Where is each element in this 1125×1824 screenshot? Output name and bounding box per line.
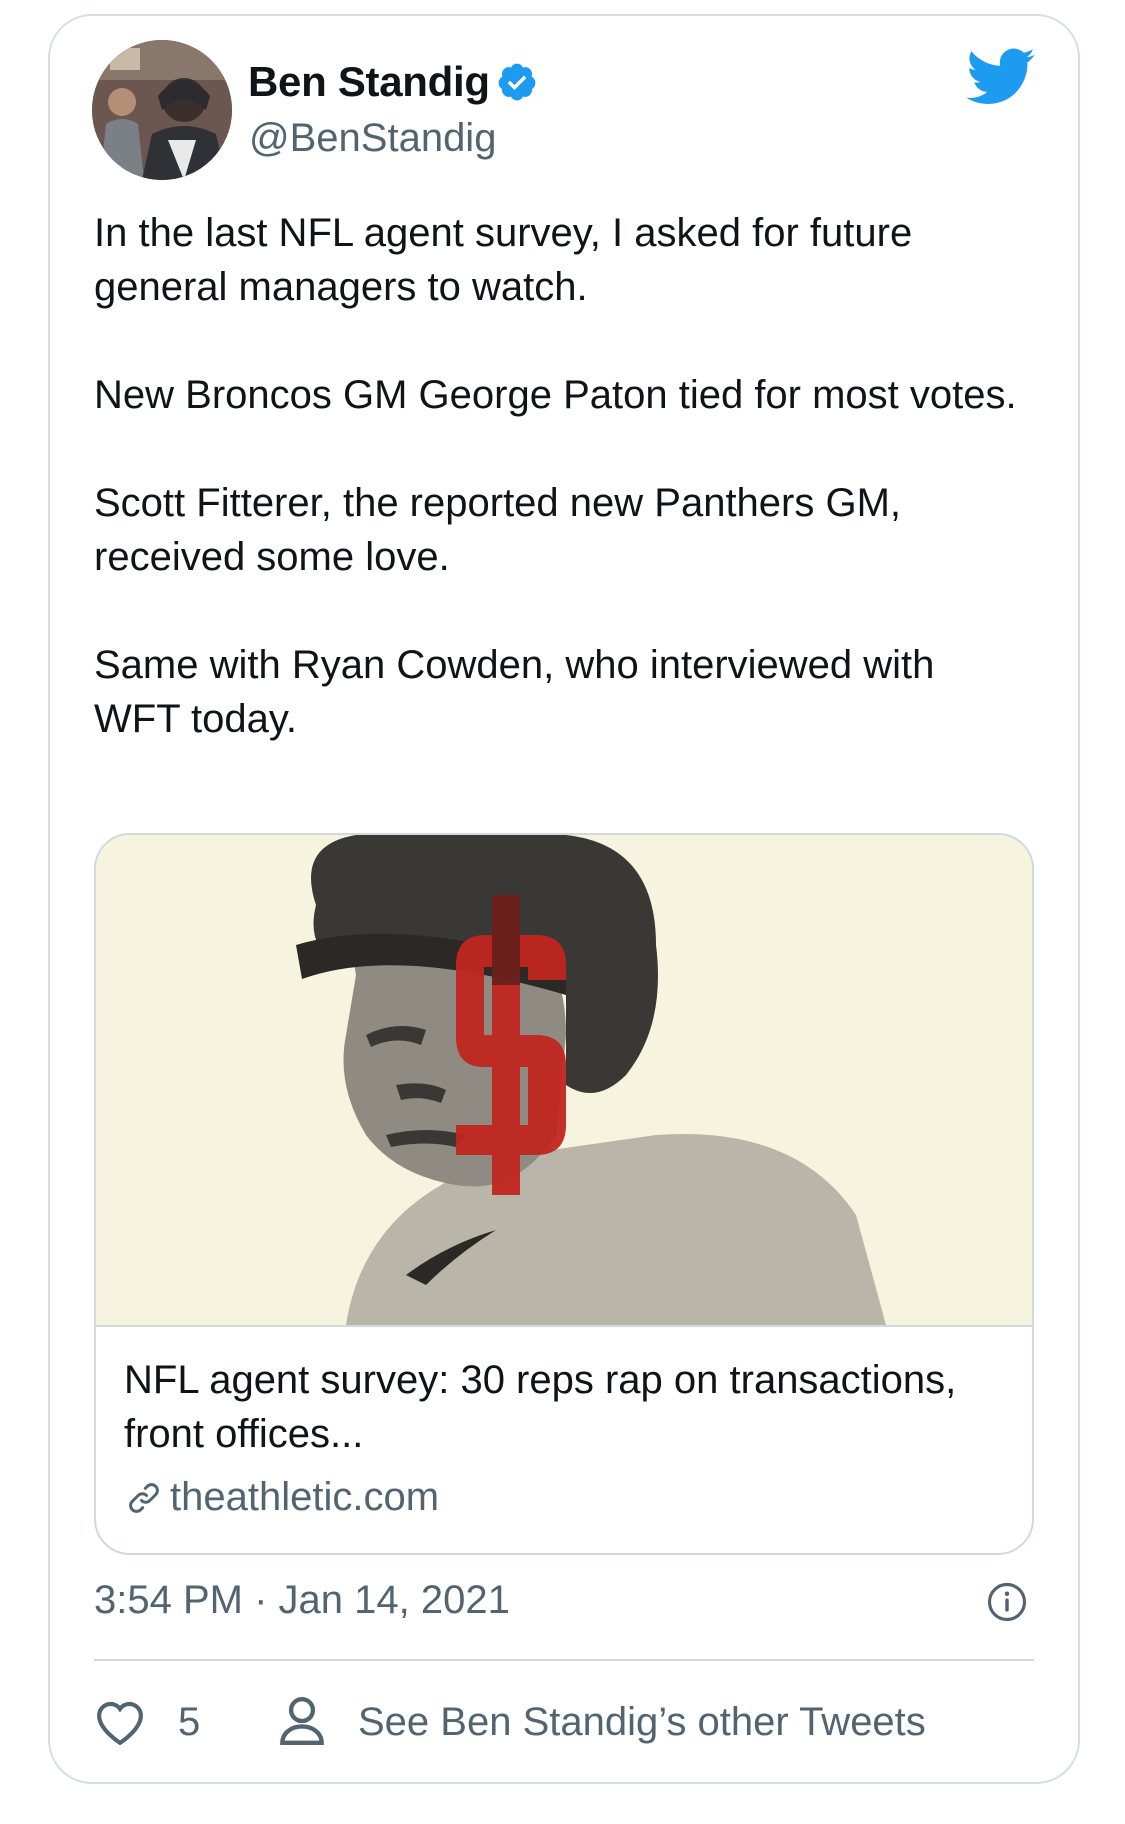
tweet-timestamp[interactable]: 3:54 PM · Jan 14, 2021 [94,1578,510,1623]
link-preview-domain[interactable]: theathletic.com [170,1475,439,1520]
see-other-tweets-link[interactable]: See Ben Standig’s other Tweets [358,1700,926,1745]
like-count[interactable]: 5 [178,1700,200,1745]
tweet-paragraph: In the last NFL agent survey, I asked fo… [94,211,913,309]
tweet-paragraph: Same with Ryan Cowden, who interviewed w… [94,643,935,741]
tweet-paragraph: Scott Fitterer, the reported new Panther… [94,481,902,579]
link-preview-card[interactable]: NFL agent survey: 30 reps rap on transac… [94,833,1034,1555]
link-preview-title[interactable]: NFL agent survey: 30 reps rap on transac… [124,1353,1004,1461]
info-icon[interactable] [986,1581,1028,1623]
heart-icon[interactable] [92,1697,148,1747]
twitter-bird-icon[interactable] [966,48,1036,106]
author-avatar[interactable] [92,40,232,180]
verified-badge-icon [498,63,536,101]
tweet-text: In the last NFL agent survey, I asked fo… [94,206,1024,800]
link-preview-divider [96,1325,1032,1327]
author-name-row[interactable]: Ben Standig [248,58,538,106]
author-handle[interactable]: @BenStandig [249,116,496,161]
link-preview-image[interactable] [96,835,1032,1325]
link-preview-domain-row[interactable]: theathletic.com [124,1475,439,1520]
action-divider [94,1659,1034,1661]
person-icon[interactable] [278,1694,326,1748]
link-icon [129,1482,159,1513]
tweet-paragraph: New Broncos GM George Paton tied for mos… [94,373,1017,417]
author-display-name[interactable]: Ben Standig [248,58,490,106]
